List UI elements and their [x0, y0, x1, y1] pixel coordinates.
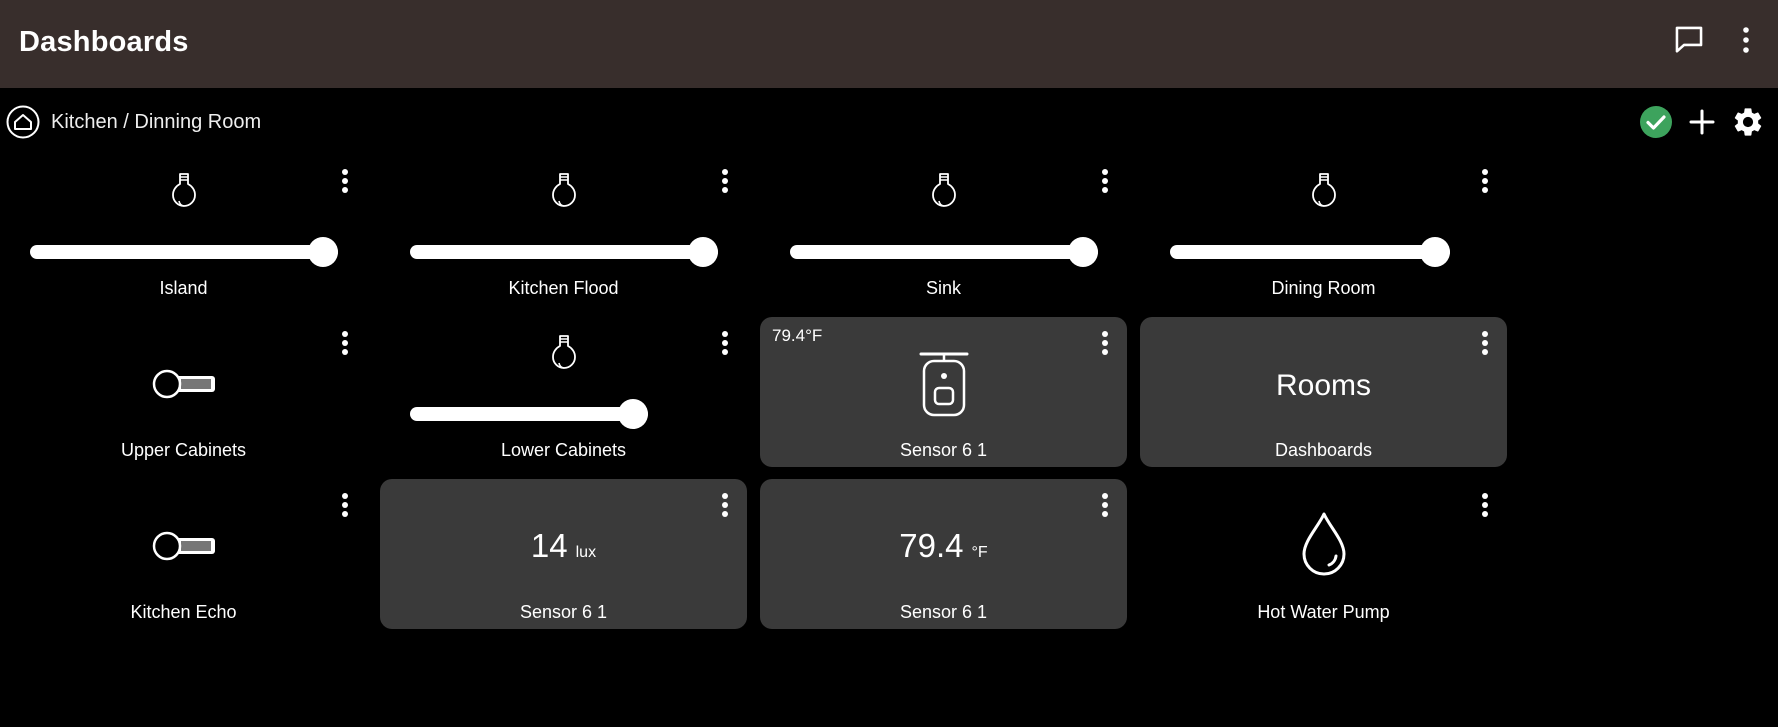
dimmer-slider[interactable] — [30, 237, 338, 267]
light-bulb-icon — [551, 335, 576, 369]
more-vert-icon — [1102, 493, 1108, 517]
check-circle-icon — [1640, 106, 1672, 138]
message-button[interactable] — [1669, 20, 1709, 60]
tile-upper-cabinets[interactable]: Upper Cabinets — [0, 317, 367, 467]
more-vert-icon — [1482, 169, 1488, 193]
slider-track — [410, 407, 648, 421]
more-vert-icon — [342, 493, 348, 517]
more-vert-icon — [1482, 331, 1488, 355]
light-bulb-icon — [171, 173, 196, 207]
slider-thumb[interactable] — [308, 237, 338, 267]
tile-label: Kitchen Flood — [508, 278, 619, 298]
tile-value-row: 14 lux — [380, 527, 747, 565]
tile-label: Dashboards — [1274, 440, 1373, 460]
more-vert-icon — [1102, 169, 1108, 193]
home-icon[interactable] — [6, 105, 40, 139]
more-vert-icon — [1102, 331, 1108, 355]
tile-island[interactable]: Island — [0, 155, 367, 305]
tile-kitchen-flood[interactable]: Kitchen Flood — [380, 155, 747, 305]
tile-sensor-device[interactable]: 79.4°F Sensor 6 1 — [760, 317, 1127, 467]
more-vert-icon — [342, 169, 348, 193]
tile-value: Rooms — [1275, 369, 1372, 402]
tile-menu-button[interactable] — [713, 165, 737, 197]
dimmer-slider[interactable] — [410, 237, 718, 267]
tile-menu-button[interactable] — [333, 489, 357, 521]
tile-value-row: 79.4 °F — [760, 527, 1127, 565]
status-ok-button[interactable] — [1638, 104, 1674, 140]
more-vert-icon — [342, 331, 348, 355]
sensor-device-icon — [919, 352, 968, 417]
light-bulb-icon — [931, 173, 956, 207]
temperature-reading: 79.4°F — [772, 326, 823, 345]
temperature-value: 79.4 — [899, 527, 964, 564]
tile-sensor-temperature[interactable]: 79.4 °F Sensor 6 1 — [760, 479, 1127, 629]
tile-label: Upper Cabinets — [120, 440, 247, 460]
tile-menu-button[interactable] — [1473, 327, 1497, 359]
temperature-unit: °F — [971, 544, 988, 561]
tile-dining-room[interactable]: Dining Room — [1140, 155, 1507, 305]
lux-value: 14 — [530, 527, 568, 564]
slider-track — [790, 245, 1098, 259]
tile-menu-button[interactable] — [713, 327, 737, 359]
lux-unit: lux — [575, 544, 597, 561]
tile-label: Hot Water Pump — [1257, 602, 1390, 622]
tile-menu-button[interactable] — [1093, 327, 1117, 359]
tile-hot-water-pump[interactable]: Hot Water Pump — [1140, 479, 1507, 629]
slider-thumb[interactable] — [618, 399, 648, 429]
more-menu-button[interactable] — [1726, 20, 1766, 60]
slider-thumb[interactable] — [1068, 237, 1098, 267]
more-vert-icon — [1743, 27, 1749, 53]
tile-label: Lower Cabinets — [500, 440, 627, 460]
toggle-off-icon — [152, 369, 215, 399]
tile-label: Sensor 6 1 — [899, 602, 988, 622]
slider-thumb[interactable] — [688, 237, 718, 267]
tile-menu-button[interactable] — [333, 327, 357, 359]
more-vert-icon — [722, 493, 728, 517]
tile-rooms-link[interactable]: Rooms Dashboards — [1140, 317, 1507, 467]
tile-lower-cabinets[interactable]: Lower Cabinets — [380, 317, 747, 467]
breadcrumb-label[interactable]: Kitchen / Dinning Room — [51, 111, 261, 134]
water-drop-icon — [1302, 512, 1345, 576]
tile-label: Sink — [925, 278, 961, 298]
tile-menu-button[interactable] — [1093, 165, 1117, 197]
light-bulb-icon — [551, 173, 576, 207]
tile-label: Sensor 6 1 — [519, 602, 608, 622]
tile-menu-button[interactable] — [1473, 165, 1497, 197]
tile-label: Kitchen Echo — [130, 602, 237, 622]
more-vert-icon — [722, 331, 728, 355]
dimmer-slider[interactable] — [410, 399, 648, 429]
add-tile-button[interactable] — [1684, 104, 1720, 140]
tile-menu-button[interactable] — [1093, 489, 1117, 521]
tile-menu-button[interactable] — [333, 165, 357, 197]
slider-track — [30, 245, 338, 259]
toggle-off-icon — [152, 531, 215, 561]
tile-label: Sensor 6 1 — [899, 440, 988, 460]
page-title: Dashboards — [19, 26, 189, 58]
tile-kitchen-echo[interactable]: Kitchen Echo — [0, 479, 367, 629]
dimmer-slider[interactable] — [790, 237, 1098, 267]
tile-label: Island — [159, 278, 208, 298]
breadcrumb: Kitchen / Dinning Room — [6, 104, 261, 140]
settings-button[interactable] — [1730, 104, 1766, 140]
tile-sensor-lux[interactable]: 14 lux Sensor 6 1 — [380, 479, 747, 629]
slider-thumb[interactable] — [1420, 237, 1450, 267]
light-bulb-icon — [1311, 173, 1336, 207]
app-bar: Dashboards — [0, 0, 1778, 88]
tile-menu-button[interactable] — [713, 489, 737, 521]
more-vert-icon — [1482, 493, 1488, 517]
message-icon — [1675, 26, 1703, 53]
slider-track — [1170, 245, 1450, 259]
tile-label: Dining Room — [1271, 278, 1376, 298]
more-vert-icon — [722, 169, 728, 193]
tile-menu-button[interactable] — [1473, 489, 1497, 521]
tile-sink[interactable]: Sink — [760, 155, 1127, 305]
dimmer-slider[interactable] — [1170, 237, 1450, 267]
plus-icon — [1689, 109, 1715, 135]
gear-icon — [1734, 108, 1762, 136]
slider-track — [410, 245, 718, 259]
